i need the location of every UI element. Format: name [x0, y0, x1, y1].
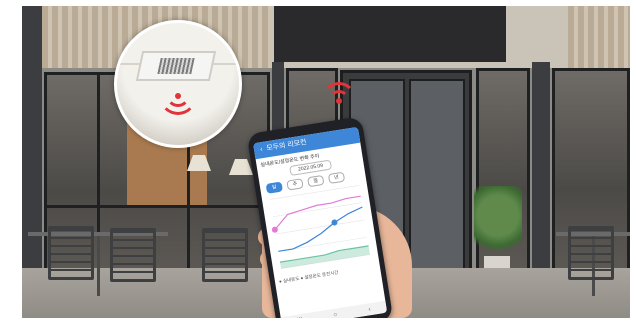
temperature-chart — [270, 185, 370, 269]
back-icon[interactable]: ‹ — [368, 306, 371, 313]
tab-week[interactable]: 주 — [286, 178, 304, 191]
android-nav-bar: ||| ○ ‹ — [280, 300, 388, 318]
chart-gridline — [275, 219, 365, 235]
back-arrow-icon[interactable]: ‹ — [259, 142, 264, 158]
tab-year[interactable]: 년 — [327, 171, 346, 185]
ceiling-ac-inset — [114, 20, 242, 148]
shop-signboard — [274, 6, 506, 62]
tab-day[interactable]: 일 — [265, 181, 283, 194]
potted-plant — [474, 186, 522, 260]
photo-scene: ‹ 모두의 리모컨 실내온도/설정온도 변화 추이 2022.05.09 일 주… — [22, 6, 630, 318]
recent-apps-icon[interactable]: ||| — [296, 316, 302, 318]
patio-chair — [48, 226, 94, 280]
tab-month[interactable]: 월 — [307, 174, 325, 188]
phone-screen: ‹ 모두의 리모컨 실내온도/설정온도 변화 추이 2022.05.09 일 주… — [253, 126, 388, 318]
home-icon[interactable]: ○ — [333, 311, 338, 318]
patio-chair — [110, 228, 156, 282]
wood-cladding-right — [568, 6, 630, 68]
pendant-lamp — [229, 159, 253, 175]
patio-chair — [568, 226, 614, 280]
patio-chair — [202, 228, 248, 282]
right-pillar — [532, 62, 550, 276]
